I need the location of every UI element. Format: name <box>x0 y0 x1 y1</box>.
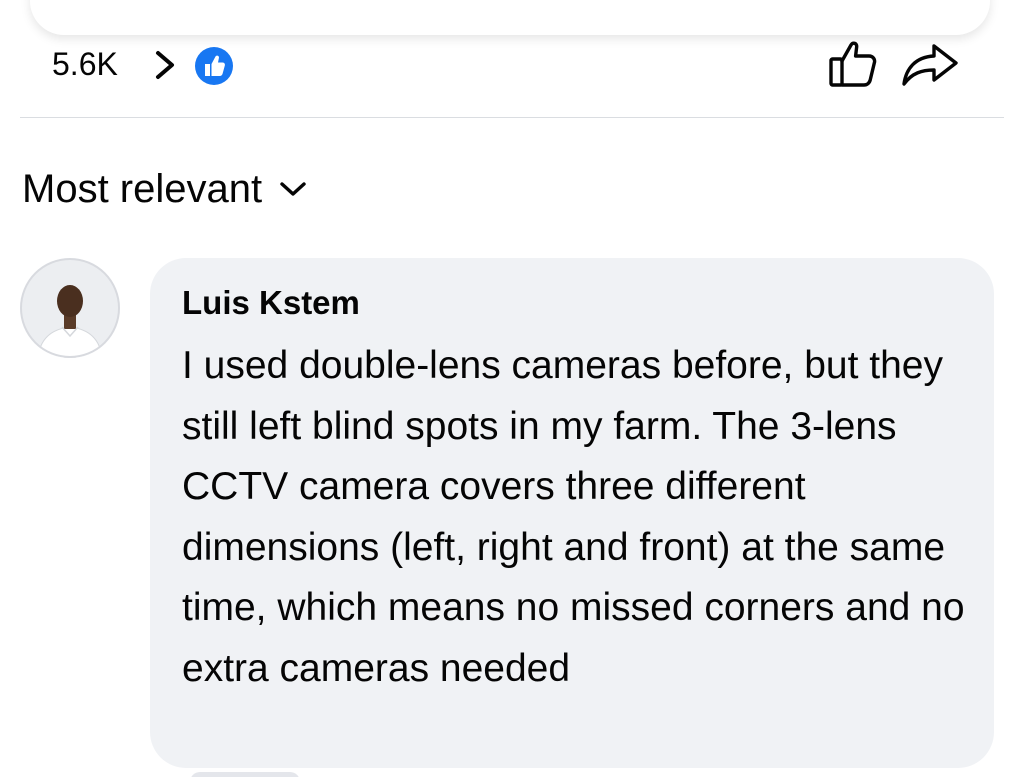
like-badge-icon <box>195 47 233 85</box>
thumbs-up-outline-icon[interactable] <box>826 38 882 90</box>
next-comment-preview <box>190 772 300 777</box>
user-avatar <box>20 258 120 358</box>
comment-text: I used double-lens cameras before, but t… <box>182 344 965 690</box>
reaction-count[interactable]: 5.6K <box>52 44 118 84</box>
chevron-right-icon[interactable] <box>150 48 180 82</box>
chevron-down-icon[interactable] <box>278 179 308 199</box>
sort-dropdown[interactable]: Most relevant <box>22 164 308 214</box>
reaction-summary-row: 5.6K <box>0 38 1024 90</box>
avatar[interactable] <box>20 258 120 358</box>
post-card-bottom <box>30 0 990 35</box>
comments-sheet: 5.6K Most relevant Luis Kstem I used dou… <box>0 0 1024 777</box>
divider <box>20 117 1004 118</box>
sort-label[interactable]: Most relevant <box>22 164 262 214</box>
comment-bubble[interactable]: Luis Kstem I used double-lens cameras be… <box>150 258 994 768</box>
share-arrow-icon[interactable] <box>900 42 960 88</box>
comment-author[interactable]: Luis Kstem <box>182 282 360 324</box>
